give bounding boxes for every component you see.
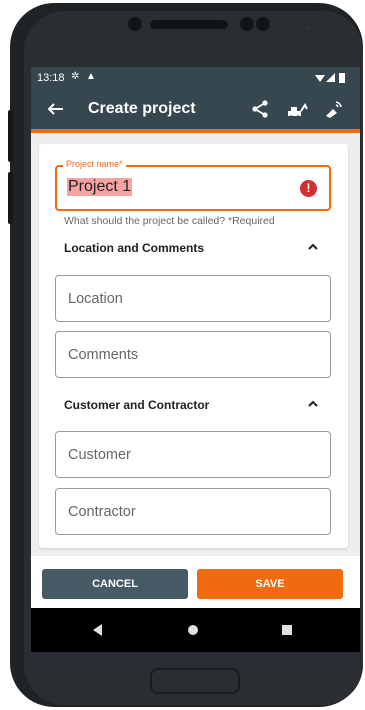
warning-icon: ▲ (86, 71, 96, 82)
excavator-icon[interactable] (285, 97, 309, 121)
nav-back-icon[interactable] (91, 623, 103, 637)
app-bar-accent (31, 129, 360, 133)
nav-home-icon[interactable] (187, 624, 199, 636)
customer-placeholder: Customer (68, 447, 131, 463)
signal-icon (326, 73, 335, 82)
contractor-field[interactable]: Contractor (55, 488, 331, 535)
earpiece-speaker (150, 20, 228, 29)
nav-recents-icon[interactable] (281, 624, 293, 636)
status-time: 13:18 (37, 72, 65, 84)
action-bar: CANCEL SAVE (31, 556, 360, 608)
gps-signal-icon[interactable] (321, 97, 345, 121)
wifi-icon (315, 75, 325, 82)
page-title: Create project (88, 100, 196, 117)
contractor-placeholder: Contractor (68, 504, 136, 520)
project-form-card: Project 1 ! Project name* What should th… (39, 144, 348, 548)
customer-field[interactable]: Customer (55, 431, 331, 478)
settings-gear-icon: ✲ (71, 71, 80, 82)
indicator-light (306, 26, 310, 30)
app-bar: Create project (31, 89, 360, 129)
chevron-up-icon[interactable] (305, 396, 321, 412)
volume-up-button (8, 110, 13, 162)
chevron-up-icon[interactable] (305, 239, 321, 255)
front-camera (128, 17, 142, 31)
project-name-label: Project name* (63, 159, 126, 169)
section-title-location-comments[interactable]: Location and Comments (64, 241, 204, 255)
cancel-button[interactable]: CANCEL (42, 569, 188, 599)
battery-icon (339, 73, 345, 83)
sensor (240, 17, 254, 31)
section-title-customer-contractor[interactable]: Customer and Contractor (64, 398, 209, 412)
volume-down-button (8, 172, 13, 224)
save-button[interactable]: SAVE (197, 569, 343, 599)
back-arrow-icon[interactable] (43, 97, 67, 121)
project-name-helper: What should the project be called? *Requ… (64, 215, 275, 227)
project-name-value[interactable]: Project 1 (67, 178, 133, 196)
status-bar: 13:18 ✲ ▲ (31, 67, 360, 89)
share-icon[interactable] (248, 97, 272, 121)
phone-chin-button (150, 668, 240, 694)
comments-placeholder: Comments (68, 347, 139, 363)
location-placeholder: Location (68, 291, 123, 307)
location-field[interactable]: Location (55, 275, 331, 322)
screen: 13:18 ✲ ▲ Create project Project 1 ! Pro… (31, 67, 360, 652)
project-name-field[interactable]: Project 1 ! (55, 165, 331, 211)
error-icon: ! (300, 180, 317, 197)
system-nav-bar (31, 608, 360, 652)
comments-field[interactable]: Comments (55, 331, 331, 378)
sensor (256, 17, 270, 31)
